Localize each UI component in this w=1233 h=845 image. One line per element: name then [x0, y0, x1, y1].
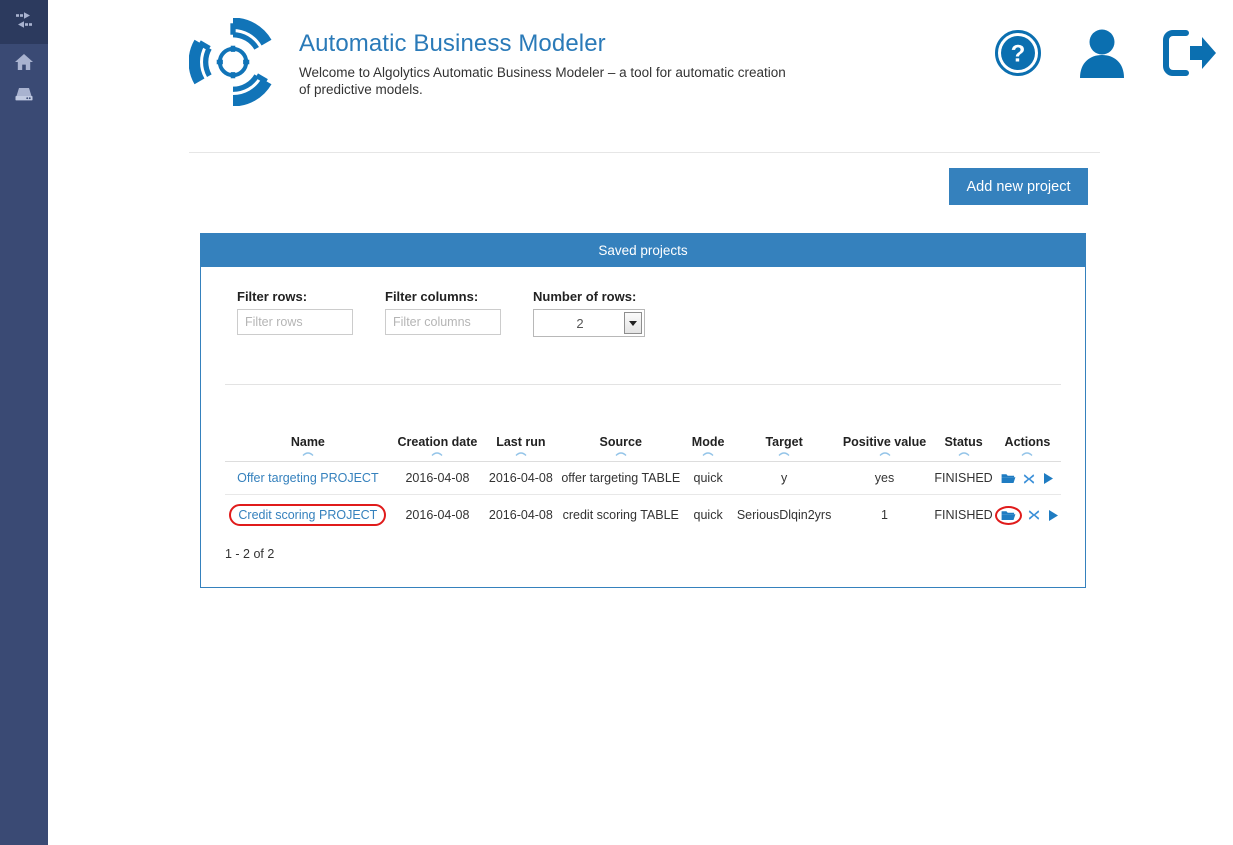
- user-icon[interactable]: [1076, 28, 1128, 78]
- filters-bar: Filter rows: Filter columns: Number of r…: [201, 267, 1085, 337]
- exchange-arrows-icon: [14, 10, 34, 35]
- cell-source: offer targeting TABLE: [558, 462, 684, 495]
- sort-caret-icon: [702, 450, 715, 457]
- main-content: Automatic Business Modeler Welcome to Al…: [48, 0, 1233, 845]
- cell-name: Credit scoring PROJECT: [225, 495, 391, 536]
- column-header-actions[interactable]: Actions: [994, 435, 1061, 462]
- logout-icon[interactable]: [1162, 29, 1218, 77]
- column-header-label: Last run: [496, 435, 545, 449]
- table-row: Credit scoring PROJECT 2016-04-08 2016-0…: [225, 495, 1061, 536]
- saved-projects-panel: Saved projects Filter rows: Filter colum…: [200, 233, 1086, 588]
- cell-source: credit scoring TABLE: [558, 495, 684, 536]
- panel-body: Filter rows: Filter columns: Number of r…: [201, 267, 1085, 587]
- cell-last-run: 2016-04-08: [484, 462, 557, 495]
- sort-caret-icon: [778, 450, 791, 457]
- cell-creation-date: 2016-04-08: [391, 462, 484, 495]
- cell-target: y: [732, 462, 836, 495]
- table-body: Offer targeting PROJECT 2016-04-08 2016-…: [225, 462, 1061, 536]
- project-link[interactable]: Credit scoring PROJECT: [238, 508, 377, 522]
- column-header-label: Source: [600, 435, 642, 449]
- column-header-label: Positive value: [843, 435, 926, 449]
- sidebar-item-home[interactable]: [0, 48, 48, 80]
- cell-positive-value: 1: [836, 495, 933, 536]
- filter-columns-label: Filter columns:: [385, 289, 501, 304]
- column-header-last-run[interactable]: Last run: [484, 435, 557, 462]
- database-icon: [14, 85, 34, 108]
- highlight-annotation-open: [995, 506, 1022, 525]
- column-header-target[interactable]: Target: [732, 435, 836, 462]
- sidebar: [0, 0, 48, 845]
- column-header-positive-value[interactable]: Positive value: [836, 435, 933, 462]
- sort-caret-icon: [957, 450, 970, 457]
- delete-x-icon[interactable]: [1028, 509, 1040, 521]
- number-of-rows-label: Number of rows:: [533, 289, 645, 304]
- sort-caret-icon: [431, 450, 444, 457]
- page-title: Automatic Business Modeler: [299, 30, 819, 58]
- column-header-mode[interactable]: Mode: [684, 435, 732, 462]
- cell-name: Offer targeting PROJECT: [225, 462, 391, 495]
- column-header-label: Status: [944, 435, 982, 449]
- table-header: Name Creation date: [225, 435, 1061, 462]
- number-of-rows-select[interactable]: 2: [533, 309, 645, 337]
- cell-mode: quick: [684, 462, 732, 495]
- column-header-label: Creation date: [398, 435, 478, 449]
- cell-actions: [994, 495, 1061, 536]
- page-subtitle: Welcome to Algolytics Automatic Business…: [299, 64, 799, 98]
- algolytics-logo: [189, 18, 277, 106]
- sort-caret-icon: [1021, 450, 1034, 457]
- projects-table: Name Creation date: [225, 435, 1061, 535]
- header-divider: [189, 152, 1100, 153]
- table-row: Offer targeting PROJECT 2016-04-08 2016-…: [225, 462, 1061, 495]
- home-icon: [14, 53, 34, 76]
- filter-columns-group: Filter columns:: [385, 289, 501, 337]
- add-new-project-button[interactable]: Add new project: [949, 168, 1088, 205]
- column-header-label: Mode: [692, 435, 725, 449]
- open-folder-icon[interactable]: [1001, 509, 1016, 522]
- column-header-label: Actions: [1005, 435, 1051, 449]
- cell-creation-date: 2016-04-08: [391, 495, 484, 536]
- svg-text:?: ?: [1011, 41, 1026, 68]
- filters-divider: [225, 384, 1061, 385]
- run-play-icon[interactable]: [1043, 472, 1054, 485]
- column-header-name[interactable]: Name: [225, 435, 391, 462]
- sort-caret-icon: [878, 450, 891, 457]
- cell-actions: [994, 462, 1061, 495]
- filter-columns-input[interactable]: [385, 309, 501, 335]
- table-header-row: Name Creation date: [225, 435, 1061, 462]
- pagination-status: 1 - 2 of 2: [225, 547, 274, 561]
- cell-status: FINISHED: [933, 495, 994, 536]
- column-header-creation-date[interactable]: Creation date: [391, 435, 484, 462]
- cell-mode: quick: [684, 495, 732, 536]
- filter-rows-label: Filter rows:: [237, 289, 353, 304]
- number-of-rows-group: Number of rows: 2: [533, 289, 645, 337]
- header-icon-group: ?: [994, 28, 1218, 78]
- sort-caret-icon: [514, 450, 527, 457]
- chevron-down-icon[interactable]: [624, 312, 642, 334]
- filter-rows-group: Filter rows:: [237, 289, 353, 337]
- column-header-label: Target: [765, 435, 802, 449]
- delete-x-icon[interactable]: [1023, 473, 1035, 485]
- sidebar-item-toggle-sidebar[interactable]: [0, 0, 48, 44]
- header-text-block: Automatic Business Modeler Welcome to Al…: [299, 30, 819, 98]
- projects-table-wrapper: Name Creation date: [225, 435, 1061, 535]
- page-header: Automatic Business Modeler Welcome to Al…: [189, 14, 1100, 118]
- run-play-icon[interactable]: [1048, 509, 1059, 522]
- column-header-status[interactable]: Status: [933, 435, 994, 462]
- cell-target: SeriousDlqin2yrs: [732, 495, 836, 536]
- filter-rows-input[interactable]: [237, 309, 353, 335]
- open-folder-icon[interactable]: [1001, 472, 1016, 485]
- panel-title: Saved projects: [201, 234, 1085, 267]
- sort-caret-icon: [301, 450, 314, 457]
- sidebar-item-data-sources[interactable]: [0, 80, 48, 112]
- project-link[interactable]: Offer targeting PROJECT: [237, 471, 379, 485]
- column-header-label: Name: [291, 435, 325, 449]
- help-icon[interactable]: ?: [994, 29, 1042, 77]
- cell-positive-value: yes: [836, 462, 933, 495]
- highlight-annotation-name: Credit scoring PROJECT: [229, 504, 386, 526]
- column-header-source[interactable]: Source: [558, 435, 684, 462]
- sort-caret-icon: [614, 450, 627, 457]
- cell-status: FINISHED: [933, 462, 994, 495]
- cell-last-run: 2016-04-08: [484, 495, 557, 536]
